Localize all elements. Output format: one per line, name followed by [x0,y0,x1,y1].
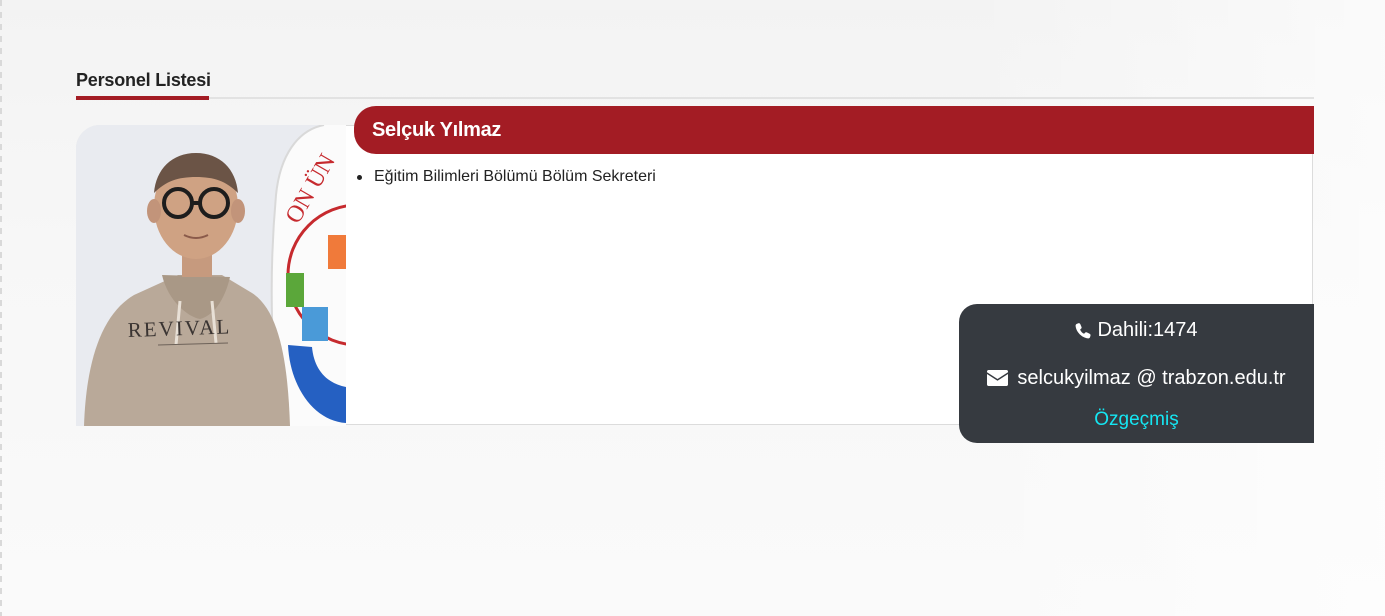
section-title-underline [76,96,209,100]
phone-icon [1076,322,1091,338]
cv-link[interactable]: Özgeçmiş [1094,409,1178,431]
personnel-photo[interactable]: ON ÜN REVIVAL [76,125,346,426]
role-item: Eğitim Bilimleri Bölümü Bölüm Sekreteri [356,166,656,188]
phone-row: Dahili:1474 [959,316,1314,344]
email-address[interactable]: selcukyilmaz @ trabzon.edu.tr [1017,367,1285,390]
shirt-text: REVIVAL [127,314,231,342]
email-row: selcukyilmaz @ trabzon.edu.tr [959,364,1314,392]
role-list: Eğitim Bilimleri Bölümü Bölüm Sekreteri [356,166,656,188]
left-edge-border [0,0,2,616]
phone-extension: Dahili:1474 [1097,318,1198,341]
section-divider [76,97,1314,99]
envelope-icon [987,370,1009,386]
contact-panel: Dahili:1474 selcukyilmaz @ trabzon.edu.t… [959,304,1314,443]
name-header: Selçuk Yılmaz [354,106,1314,154]
person-name: Selçuk Yılmaz [372,118,502,141]
section-title: Personel Listesi [76,70,211,90]
cv-row: Özgeçmiş [959,408,1314,432]
